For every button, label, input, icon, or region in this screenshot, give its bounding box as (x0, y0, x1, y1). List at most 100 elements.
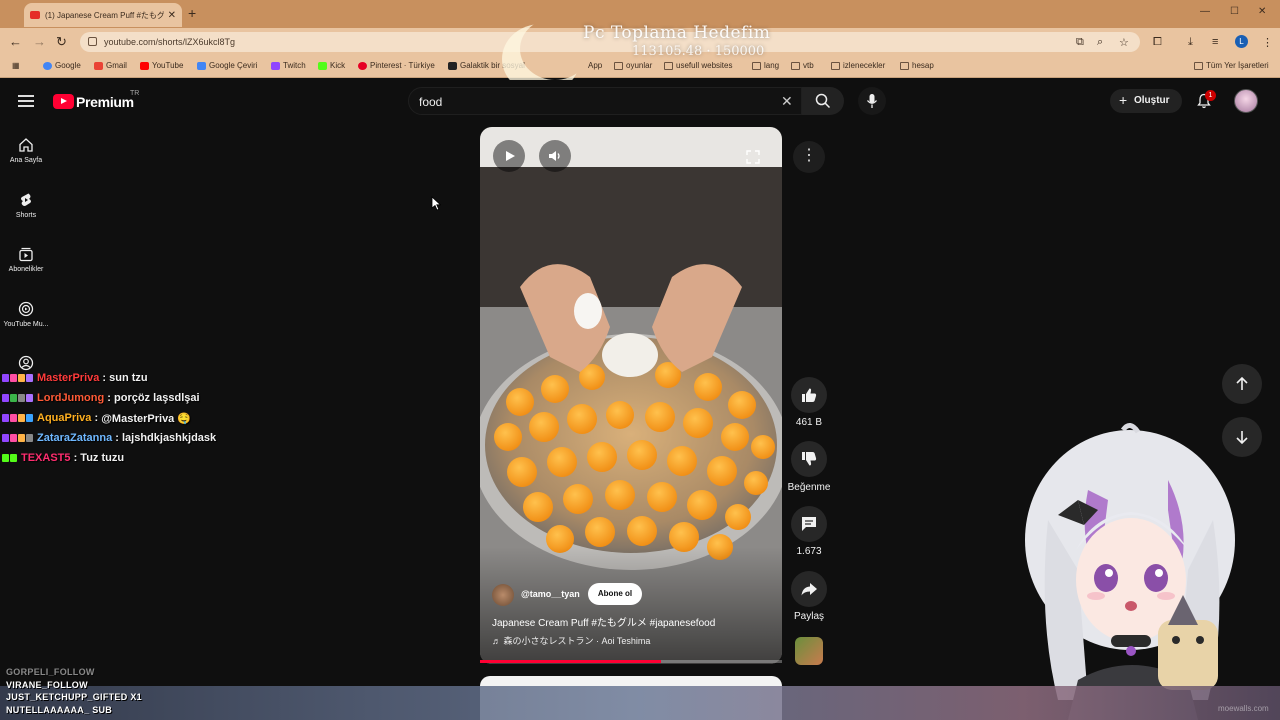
reload-icon[interactable]: ↻ (56, 34, 67, 50)
folder-icon (831, 61, 840, 70)
bookmark-folder-hesap[interactable]: hesap (900, 61, 934, 70)
browser-tab-active[interactable]: (1) Japanese Cream Puff #たもグル ✕ (24, 3, 182, 27)
guide-item-home[interactable]: Ana Sayfa (0, 137, 52, 164)
chat-message: MasterPriva : sun tzu (2, 370, 148, 386)
guide-menu-icon[interactable] (18, 95, 34, 107)
microphone-icon (866, 94, 878, 108)
play-button[interactable] (493, 140, 525, 172)
all-bookmarks[interactable]: Tüm Yer İşaretleri (1194, 61, 1269, 70)
downloads-icon[interactable]: ⤓ (1188, 36, 1193, 49)
bookmark-kick[interactable]: Kick (318, 61, 345, 70)
bookmark-star-icon[interactable]: ☆ (1119, 36, 1129, 49)
youtube-premium-wordmark[interactable]: Premium (76, 94, 134, 110)
gmail-icon (94, 61, 103, 70)
share-button[interactable] (791, 571, 827, 607)
stream-goal-title: Pc Toplama Hedefim (583, 23, 771, 43)
close-window-icon[interactable]: ✕ (1258, 6, 1266, 17)
create-button[interactable]: + Oluştur (1110, 89, 1182, 113)
search-query[interactable]: food (419, 95, 442, 109)
bookmark-galaktik[interactable]: Galaktik bir sosyal (448, 61, 525, 70)
previous-short-button[interactable] (1222, 364, 1262, 404)
youtube-logo-icon[interactable] (53, 94, 74, 109)
moon-decoration (520, 18, 590, 80)
bookmark-folder-usefull[interactable]: usefull websites (664, 61, 732, 70)
extensions-icon[interactable]: ⧠ (1153, 36, 1162, 49)
bookmark-folder-oyunlar[interactable]: oyunlar (614, 61, 652, 70)
chat-badges-icon (2, 454, 17, 462)
bookmark-gmail[interactable]: Gmail (94, 61, 127, 70)
thumbs-down-icon (802, 452, 817, 466)
shorts-icon (21, 193, 31, 206)
pinterest-icon (358, 61, 367, 70)
fullscreen-icon[interactable] (746, 150, 760, 164)
stream-alert: VIRANE_FOLLOW (6, 680, 88, 690)
bookmark-folder-lang[interactable]: lang (752, 61, 779, 70)
account-circle-icon (18, 355, 34, 371)
close-tab-icon[interactable]: ✕ (168, 10, 176, 21)
dislike-button[interactable] (791, 441, 827, 477)
guide-item-shorts[interactable]: Shorts (0, 192, 52, 219)
like-button[interactable] (791, 377, 827, 413)
vtuber-avatar-illustration (1025, 423, 1235, 720)
video-title[interactable]: Japanese Cream Puff #たもグルメ #japanesefood (492, 614, 715, 629)
chat-badges-icon (2, 414, 33, 422)
sound-thumbnail[interactable] (795, 637, 823, 665)
more-options-button[interactable]: ⋮ (793, 141, 825, 173)
tab-title: (1) Japanese Cream Puff #たもグル (45, 10, 164, 20)
chat-text: sun tzu (109, 372, 148, 384)
video-music-credit[interactable]: ♬ 森の小さなレストラン · Aoi Teshima (492, 634, 650, 647)
browser-menu-icon[interactable]: ⋮ (1262, 36, 1273, 49)
minimize-icon[interactable]: — (1200, 6, 1210, 17)
chat-text: lajshdkjashkjdask (121, 432, 217, 444)
channel-avatar[interactable] (492, 584, 514, 606)
bookmark-twitch[interactable]: Twitch (271, 61, 306, 70)
bookmark-app[interactable]: App (588, 61, 602, 70)
maximize-icon[interactable]: ☐ (1230, 6, 1239, 17)
clear-search-icon[interactable]: ✕ (781, 93, 793, 110)
subscribe-button[interactable]: Abone ol (588, 583, 642, 605)
youtube-music-icon (18, 301, 34, 317)
bookmark-google[interactable]: Google (43, 61, 81, 70)
like-count: 461 B (795, 417, 823, 428)
twitch-icon (271, 61, 280, 70)
share-label: Paylaş (793, 611, 824, 622)
voice-search-button[interactable] (858, 87, 886, 115)
back-icon[interactable]: ← (9, 34, 22, 49)
comment-icon (802, 517, 816, 531)
install-app-icon[interactable]: ⧉ (1076, 36, 1084, 49)
stream-bottom-banner (0, 686, 1280, 720)
bookmark-folder-izlenecekler[interactable]: izlenecekler (831, 61, 885, 70)
screen: (1) Japanese Cream Puff #たもグル ✕ + — ☐ ✕ … (0, 0, 1280, 720)
comments-button[interactable] (791, 506, 827, 542)
guide-item-youtube-music[interactable]: YouTube Mu... (0, 301, 52, 328)
channel-handle[interactable]: @tamo__tyan (521, 589, 580, 599)
bookmark-translate[interactable]: Google Çeviri (197, 61, 257, 70)
zoom-icon[interactable]: ⌕ (1097, 36, 1103, 49)
profile-avatar[interactable]: L (1235, 35, 1248, 48)
volume-button[interactable] (539, 140, 571, 172)
site-info-icon[interactable] (88, 37, 97, 46)
search-input[interactable] (408, 87, 802, 115)
folder-icon (900, 61, 909, 70)
reading-list-icon[interactable]: ≡ (1212, 36, 1218, 48)
dislike-label: Beğenme (787, 482, 831, 493)
apps-grid-icon[interactable]: ▦ (12, 61, 20, 70)
account-avatar[interactable] (1234, 89, 1258, 113)
new-tab-button[interactable]: + (188, 5, 196, 21)
guide-item-subscriptions[interactable]: Abonelikler (0, 246, 52, 273)
stream-goal-progress: 113105.48 · 150000 (632, 44, 765, 59)
bookmark-youtube[interactable]: YouTube (140, 61, 183, 70)
chat-message: LordJumong : porçöz laşsdlşai (2, 390, 200, 406)
folder-icon (664, 61, 673, 70)
chat-message: AquaPriva : @MasterPriva 🤤 (2, 410, 191, 426)
translate-icon (197, 61, 206, 70)
search-icon (815, 93, 831, 109)
url-text: youtube.com/shorts/lZX6ukcl8Tg (104, 37, 236, 47)
bookmark-folder-vtb[interactable]: vtb (791, 61, 814, 70)
chat-message: TEXAST5 : Tuz tuzu (2, 450, 124, 466)
search-button[interactable] (802, 87, 844, 115)
bookmark-pinterest[interactable]: Pinterest · Türkiye (358, 61, 435, 70)
forward-icon[interactable]: → (33, 34, 46, 49)
thumbs-up-icon (802, 388, 817, 402)
video-progress-bar[interactable] (480, 660, 782, 663)
